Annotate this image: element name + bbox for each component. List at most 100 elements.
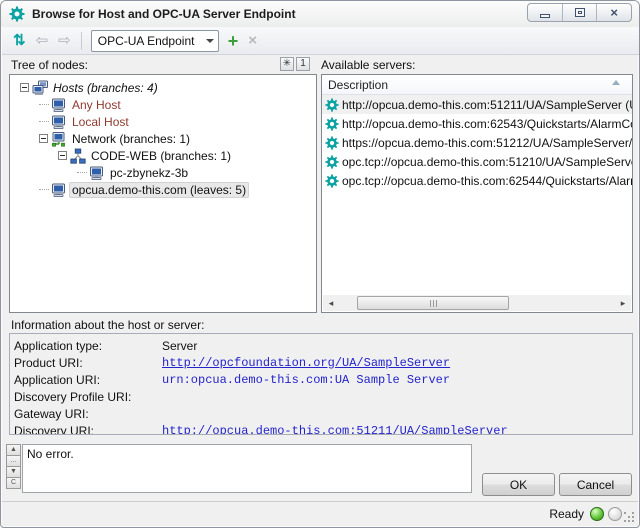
server-row[interactable]: opc.tcp://opcua.demo-this.com:51210/UA/S… (322, 152, 632, 171)
tree-node-local-host[interactable]: Local Host (37, 113, 316, 130)
application-uri-value: urn:opcua.demo-this.com:UA Sample Server (162, 373, 450, 387)
computer-icon (51, 182, 67, 198)
gear-icon (325, 117, 339, 131)
available-servers-list[interactable]: Description http://opcua.demo-this.com:5… (321, 74, 633, 313)
tree-node-label: Any Host (69, 97, 124, 113)
endpoint-mode-value: OPC-UA Endpoint (92, 34, 202, 48)
collapse-level-button[interactable]: 1 (296, 57, 310, 71)
application-type-value: Server (162, 339, 197, 353)
server-row[interactable]: opc.tcp://opcua.demo-this.com:62544/Quic… (322, 171, 632, 190)
server-description: http://opcua.demo-this.com:51211/UA/Samp… (342, 98, 632, 112)
tree-node-any-host[interactable]: Any Host (37, 96, 316, 113)
gear-icon (325, 136, 339, 150)
info-panel: Application type: Server Product URI: ht… (9, 333, 633, 435)
gear-icon (9, 6, 25, 22)
horizontal-scrollbar[interactable]: ◂ ▸ (323, 295, 631, 311)
computer-icon (51, 114, 67, 130)
dialog-browse-opcua: Browse for Host and OPC-UA Server Endpoi… (0, 0, 640, 528)
toolbar: ⇅ ⇦ ⇨ OPC-UA Endpoint + × (2, 27, 640, 55)
chevron-down-icon (202, 39, 218, 43)
tree-node-label: CODE-WEB (branches: 1) (88, 148, 234, 164)
scrollbar-thumb[interactable] (357, 296, 509, 310)
info-label: Discovery URI: (14, 424, 162, 436)
minimize-button[interactable] (528, 4, 562, 21)
tree-node-label: pc-zbynekz-3b (107, 165, 191, 181)
tree-node-hosts[interactable]: Hosts (branches: 4) (18, 79, 316, 96)
tree-connector (39, 189, 49, 190)
column-header-label: Description (328, 78, 388, 92)
tree-node-code-web[interactable]: CODE-WEB (branches: 1) (56, 147, 316, 164)
info-label: Application URI: (14, 373, 162, 387)
scroll-left-icon[interactable]: ◂ (323, 295, 339, 311)
server-description: http://opcua.demo-this.com:62543/Quickst… (342, 117, 632, 131)
back-icon[interactable]: ⇦ (36, 33, 49, 48)
tree-of-nodes[interactable]: Hosts (branches: 4) Any Host Local Host … (9, 74, 317, 313)
close-icon: × (610, 5, 618, 20)
product-uri-link[interactable]: http://opcfoundation.org/UA/SampleServer (162, 356, 450, 370)
tree-of-nodes-label: Tree of nodes: (11, 58, 88, 72)
info-row: Gateway URI: (14, 405, 632, 422)
server-description: https://opcua.demo-this.com:51212/UA/Sam… (342, 136, 632, 150)
tree-connector (39, 104, 49, 105)
server-description: opc.tcp://opcua.demo-this.com:51210/UA/S… (342, 155, 632, 169)
description-column-header[interactable]: Description (322, 75, 632, 95)
close-button[interactable]: × (596, 4, 631, 21)
tree-node-label: Local Host (69, 114, 132, 130)
scroll-right-icon[interactable]: ▸ (615, 295, 631, 311)
maximize-button[interactable] (562, 4, 597, 21)
collapse-toggle[interactable] (58, 151, 67, 160)
status-text: Ready (549, 507, 584, 521)
workgroup-icon (70, 148, 86, 164)
add-icon[interactable]: + (228, 32, 239, 50)
resize-grip[interactable] (624, 512, 636, 524)
status-led-green (590, 507, 604, 521)
server-description: opc.tcp://opcua.demo-this.com:62544/Quic… (342, 174, 632, 188)
endpoint-mode-dropdown[interactable]: OPC-UA Endpoint (91, 30, 219, 52)
info-row: Discovery URI: http://opcua.demo-this.co… (14, 422, 632, 435)
expand-all-button[interactable]: ✳ (280, 57, 294, 71)
info-label: Product URI: (14, 356, 162, 370)
computer-icon (89, 165, 105, 181)
tree-node-label: Hosts (branches: 4) (50, 80, 161, 96)
info-row: Application type: Server (14, 337, 632, 354)
info-row: Product URI: http://opcfoundation.org/UA… (14, 354, 632, 371)
tree-node-network[interactable]: Network (branches: 1) (37, 130, 316, 147)
tree-node-label: Network (branches: 1) (69, 131, 193, 147)
info-panel-label: Information about the host or server: (11, 318, 204, 332)
tree-node-pc[interactable]: pc-zbynekz-3b (75, 164, 316, 181)
status-led-gray (608, 507, 622, 521)
window-title: Browse for Host and OPC-UA Server Endpoi… (32, 7, 296, 21)
tree-node-label: opcua.demo-this.com (leaves: 5) (69, 182, 249, 198)
available-servers-label: Available servers: (321, 58, 416, 72)
computer-icon (51, 97, 67, 113)
status-bar: Ready (2, 501, 638, 526)
info-row: Application URI: urn:opcua.demo-this.com… (14, 371, 632, 388)
forward-icon[interactable]: ⇨ (58, 33, 71, 48)
gear-icon (325, 98, 339, 112)
scrollbar-track[interactable] (339, 295, 615, 311)
hosts-icon (32, 80, 48, 96)
log-clear-button[interactable]: C (6, 477, 21, 489)
info-label: Application type: (14, 339, 162, 353)
info-label: Gateway URI: (14, 407, 162, 421)
discovery-uri-link[interactable]: http://opcua.demo-this.com:51211/UA/Samp… (162, 424, 508, 436)
info-row: Discovery Profile URI: (14, 388, 632, 405)
server-row[interactable]: http://opcua.demo-this.com:62543/Quickst… (322, 114, 632, 133)
server-row[interactable]: https://opcua.demo-this.com:51212/UA/Sam… (322, 133, 632, 152)
maximize-icon (575, 8, 585, 17)
ok-button[interactable]: OK (482, 473, 555, 496)
refresh-icon[interactable]: ⇅ (13, 33, 26, 48)
log-button-strip: ▲ … ▼ C (6, 444, 21, 488)
sort-ascending-icon (612, 80, 620, 85)
error-message-box: No error. (22, 444, 472, 493)
tree-node-opcua-demo[interactable]: opcua.demo-this.com (leaves: 5) (37, 181, 316, 198)
network-icon (51, 131, 67, 147)
tree-connector (39, 121, 49, 122)
caption-buttons: × (527, 3, 632, 22)
gear-icon (325, 174, 339, 188)
collapse-toggle[interactable] (20, 83, 29, 92)
delete-icon[interactable]: × (248, 33, 257, 48)
collapse-toggle[interactable] (39, 134, 48, 143)
cancel-button[interactable]: Cancel (559, 473, 632, 496)
server-row[interactable]: http://opcua.demo-this.com:51211/UA/Samp… (322, 95, 632, 114)
